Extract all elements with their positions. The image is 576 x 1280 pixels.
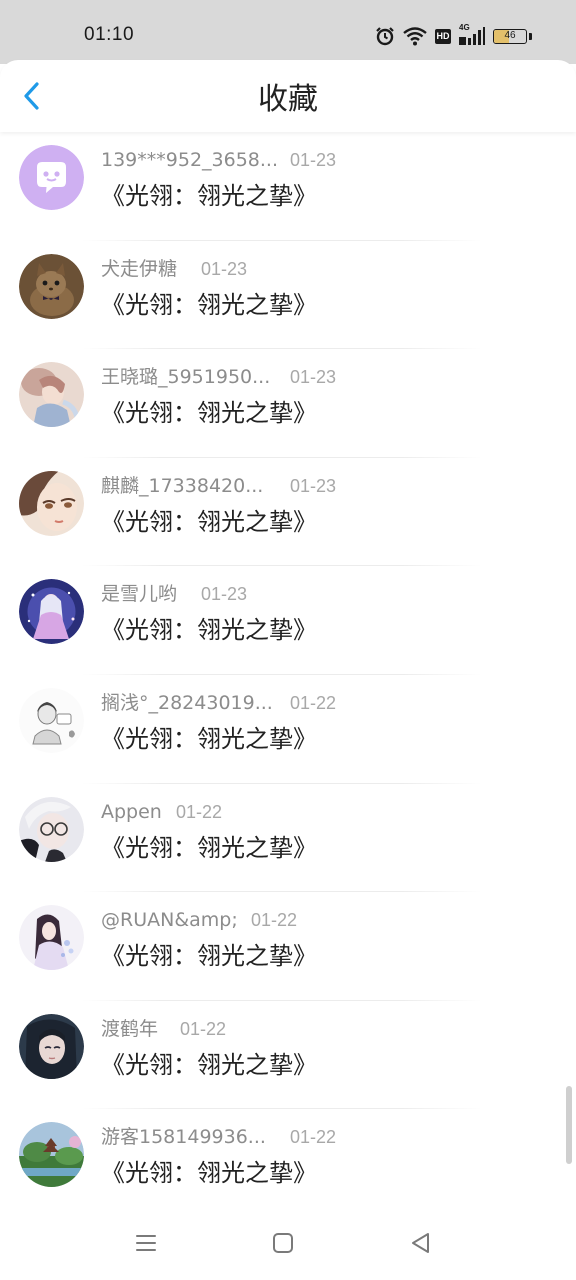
date: 01-23: [290, 367, 337, 388]
system-nav-bar: [0, 1208, 576, 1280]
scrollbar[interactable]: [566, 1086, 572, 1164]
avatar[interactable]: [19, 905, 84, 971]
list-item[interactable]: 游客158149936... 01-22 《光翎：翎光之挚》: [0, 1109, 576, 1218]
item-meta: 游客158149936... 01-22: [101, 1125, 336, 1149]
avatar[interactable]: [19, 1013, 84, 1079]
item-meta: 139***952_3658... 01-23: [101, 148, 336, 172]
username: 搁浅°_28243019...: [101, 691, 273, 714]
item-title: 《光翎：翎光之挚》: [101, 724, 317, 753]
item-title: 《光翎：翎光之挚》: [101, 399, 317, 428]
list-item[interactable]: Appen 01-22 《光翎：翎光之挚》: [0, 784, 576, 893]
item-title: 《光翎：翎光之挚》: [101, 182, 317, 210]
back-nav-button[interactable]: [406, 1230, 436, 1260]
item-title: 《光翎：翎光之挚》: [101, 616, 317, 645]
username: 是雪儿哟: [101, 583, 178, 606]
hd-icon: HD: [435, 28, 451, 44]
date: 01-22: [290, 1127, 337, 1148]
date: 01-22: [290, 692, 337, 713]
item-meta: Appen 01-22: [101, 800, 222, 824]
item-title: 《光翎：翎光之挚》: [101, 942, 317, 971]
battery-level: 46: [504, 29, 516, 41]
date: 01-23: [290, 475, 337, 496]
avatar[interactable]: [19, 362, 84, 428]
username: 王晓璐_5951950...: [101, 366, 271, 389]
item-title: 《光翎：翎光之挚》: [101, 833, 317, 862]
list-item[interactable]: 王晓璐_5951950... 01-23 《光翎：翎光之挚》: [0, 349, 576, 458]
battery-icon: 46: [493, 28, 527, 44]
status-bar: 01:10 HD 4G 46: [0, 0, 576, 64]
status-time: 01:10: [84, 24, 135, 45]
username: 139***952_3658...: [101, 149, 279, 171]
item-meta: 犬走伊糖 01-23: [101, 257, 247, 281]
header: 收藏: [0, 60, 576, 132]
date: 01-23: [201, 258, 248, 279]
item-meta: 王晓璐_5951950... 01-23: [101, 365, 336, 389]
list-item[interactable]: 139***952_3658... 01-23 《光翎：翎光之挚》: [0, 132, 576, 241]
item-meta: 渡鹤年 01-22: [101, 1017, 226, 1041]
username: 渡鹤年: [101, 1017, 159, 1040]
username: 犬走伊糖: [101, 257, 178, 280]
list-item[interactable]: 犬走伊糖 01-23 《光翎：翎光之挚》: [0, 241, 576, 350]
avatar[interactable]: [19, 579, 84, 645]
username: Appen: [101, 800, 162, 823]
avatar[interactable]: [19, 470, 84, 536]
avatar[interactable]: [19, 145, 84, 210]
signal-icon: 4G: [459, 23, 485, 46]
home-square-icon: [271, 1231, 295, 1259]
page-title: 收藏: [258, 82, 318, 117]
item-meta: @RUAN&amp; 01-22: [101, 908, 297, 932]
item-title: 《光翎：翎光之挚》: [101, 1050, 317, 1079]
date: 01-23: [201, 584, 248, 605]
list-item[interactable]: 渡鹤年 01-22 《光翎：翎光之挚》: [0, 1001, 576, 1110]
date: 01-23: [290, 150, 337, 170]
favorites-list: 139***952_3658... 01-23 《光翎：翎光之挚》 犬走伊糖 0…: [0, 132, 576, 1218]
item-title: 《光翎：翎光之挚》: [101, 290, 317, 319]
date: 01-22: [180, 1018, 227, 1039]
avatar[interactable]: [19, 1122, 84, 1188]
back-triangle-icon: [409, 1231, 433, 1259]
username: 麒麟_17338420...: [101, 474, 264, 497]
list-item[interactable]: 搁浅°_28243019... 01-22 《光翎：翎光之挚》: [0, 675, 576, 784]
item-meta: 是雪儿哟 01-23: [101, 582, 247, 606]
menu-icon: [134, 1231, 158, 1259]
username: @RUAN&amp;: [101, 909, 238, 932]
item-meta: 麒麟_17338420... 01-23: [101, 474, 336, 498]
list-item[interactable]: 是雪儿哟 01-23 《光翎：翎光之挚》: [0, 566, 576, 675]
avatar[interactable]: [19, 796, 84, 862]
item-title: 《光翎：翎光之挚》: [101, 507, 317, 536]
item-meta: 搁浅°_28243019... 01-22: [101, 691, 336, 715]
username: 游客158149936...: [101, 1126, 266, 1149]
item-title: 《光翎：翎光之挚》: [101, 1159, 317, 1188]
avatar[interactable]: [19, 253, 84, 319]
avatar[interactable]: [19, 687, 84, 753]
date: 01-22: [176, 801, 223, 822]
list-item[interactable]: 麒麟_17338420... 01-23 《光翎：翎光之挚》: [0, 458, 576, 567]
network-type-label: 4G: [459, 23, 470, 32]
alarm-icon: [375, 26, 395, 46]
date: 01-22: [251, 910, 298, 931]
battery-tip: [529, 32, 532, 40]
menu-button[interactable]: [131, 1230, 161, 1260]
status-icons: HD 4G 46: [375, 23, 532, 48]
home-button[interactable]: [268, 1230, 298, 1260]
wifi-icon: [403, 26, 427, 46]
list-item[interactable]: @RUAN&amp; 01-22 《光翎：翎光之挚》: [0, 892, 576, 1001]
